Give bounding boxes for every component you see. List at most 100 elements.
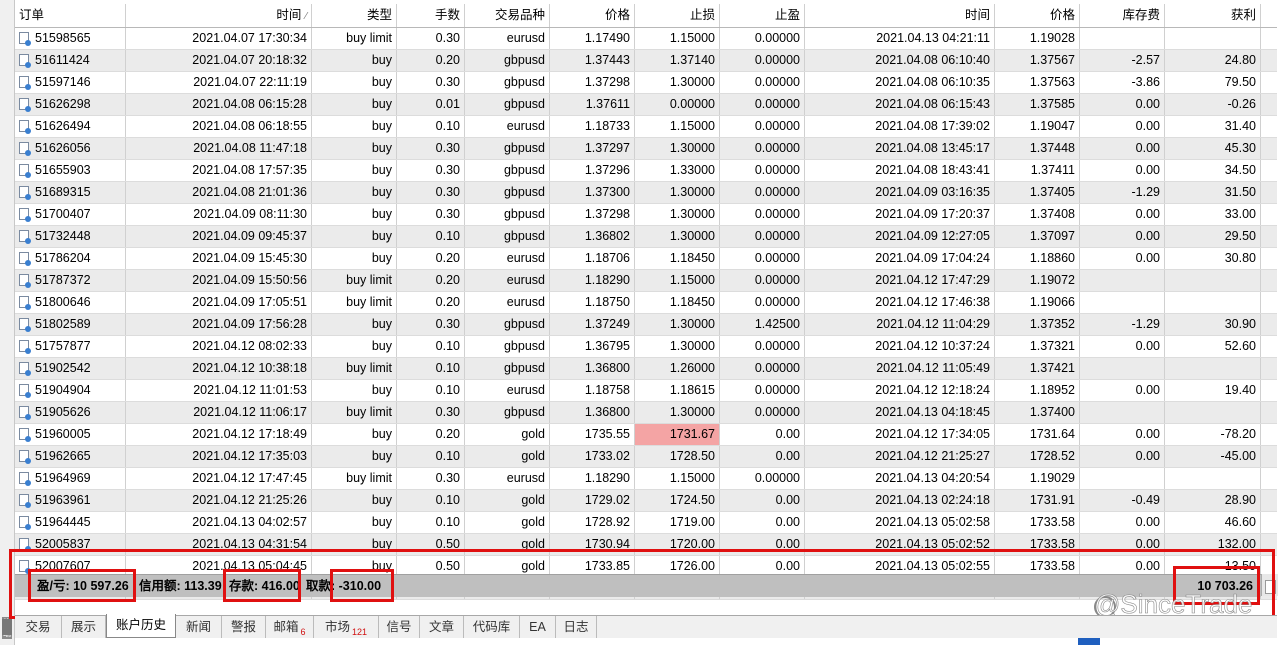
cell-ticket: 51787372 <box>15 270 126 291</box>
tab-6[interactable]: 市场 121 <box>314 616 379 638</box>
cell-text: 2021.04.08 06:10:40 <box>875 53 990 67</box>
tab-7[interactable]: 信号 <box>379 616 420 638</box>
table-row[interactable]: 51597146 2021.04.07 22:11:19 buy 0.30 gbpusd… <box>15 72 1277 94</box>
column-header-tp[interactable]: 止盈 <box>720 4 805 27</box>
table-row[interactable]: 51757877 2021.04.12 08:02:33 buy 0.10 gbpusd… <box>15 336 1277 358</box>
column-header-ticket[interactable]: 订单 <box>15 4 126 27</box>
table-row[interactable]: 51960005 2021.04.12 17:18:49 buy 0.20 gold 17… <box>15 424 1277 446</box>
column-header-volume[interactable]: 手数 <box>397 4 465 27</box>
cell-text: 0.30 <box>435 75 460 89</box>
table-row[interactable]: 51786204 2021.04.09 15:45:30 buy 0.20 eurusd… <box>15 248 1277 270</box>
cell-text: 45.30 <box>1224 141 1256 155</box>
vertical-scrollbar[interactable] <box>1261 574 1278 596</box>
cell-symbol: gbpusd <box>465 358 550 379</box>
cell-open-time: 2021.04.12 17:47:45 <box>126 468 312 489</box>
table-row[interactable]: 51787372 2021.04.09 15:50:56 buy limit 0.20… <box>15 270 1277 292</box>
column-header-sl[interactable]: 止损 <box>635 4 720 27</box>
tab-2[interactable]: 账户历史 <box>106 614 176 638</box>
cell-text: 0.00 <box>1135 229 1160 243</box>
tab-3[interactable]: 新闻 <box>176 616 222 638</box>
cell-text: eurusd <box>506 119 545 133</box>
tab-11[interactable]: 日志 <box>556 616 597 638</box>
table-row[interactable]: 52005837 2021.04.13 04:31:54 buy 0.50 gold 17… <box>15 534 1277 556</box>
cell-text: 1.19047 <box>1029 119 1075 133</box>
cell-close-price: 1.19047 <box>995 116 1080 137</box>
cell-text: 1731.64 <box>1029 427 1075 441</box>
cell-volume: 0.30 <box>397 468 465 489</box>
cell-profit: 33.00 <box>1165 204 1261 225</box>
cell-type: buy <box>312 380 397 401</box>
table-row[interactable]: 51689315 2021.04.08 21:01:36 buy 0.30 gbpusd… <box>15 182 1277 204</box>
table-row[interactable]: 51732448 2021.04.09 09:45:37 buy 0.10 gbpusd… <box>15 226 1277 248</box>
table-row[interactable]: 51902542 2021.04.12 10:38:18 buy limit 0.10… <box>15 358 1277 380</box>
tab-4[interactable]: 警报 <box>222 616 266 638</box>
cell-symbol: gold <box>465 490 550 511</box>
cell-close-price: 1.37585 <box>995 94 1080 115</box>
tab-5[interactable]: 邮箱 6 <box>266 616 314 638</box>
tab-0[interactable]: 交易 <box>15 616 62 638</box>
table-row[interactable]: 51904904 2021.04.12 11:01:53 buy 0.10 eurusd… <box>15 380 1277 402</box>
cell-text: buy limit <box>346 361 392 375</box>
cell-text: 1.30000 <box>669 207 715 221</box>
cell-sl: 1.26000 <box>635 358 720 379</box>
cell-open-time: 2021.04.09 08:11:30 <box>126 204 312 225</box>
column-header-symbol[interactable]: 交易品种 <box>465 4 550 27</box>
tab-10[interactable]: EA <box>520 616 556 638</box>
cell-type: buy limit <box>312 270 397 291</box>
cell-swap: 0.00 <box>1080 424 1165 445</box>
table-row[interactable]: 51626056 2021.04.08 11:47:18 buy 0.30 gbpusd… <box>15 138 1277 160</box>
cell-type: buy limit <box>312 292 397 313</box>
cell-tp: 0.00000 <box>720 116 805 137</box>
cell-text: gold <box>521 427 545 441</box>
cell-open-time: 2021.04.07 20:18:32 <box>126 50 312 71</box>
tab-8[interactable]: 文章 <box>420 616 464 638</box>
cell-text: 0.00 <box>1135 207 1160 221</box>
column-header-swap[interactable]: 库存费 <box>1080 4 1165 27</box>
cell-symbol: gbpusd <box>465 204 550 225</box>
column-header-profit[interactable]: 获利 <box>1165 4 1261 27</box>
cell-tp: 0.00000 <box>720 270 805 291</box>
cell-type: buy <box>312 490 397 511</box>
column-header-open-time[interactable]: 时间 ⁄ <box>126 4 312 27</box>
cell-text: 2021.04.08 06:15:28 <box>192 97 307 111</box>
table-row[interactable]: 51626494 2021.04.08 06:18:55 buy 0.10 eurusd… <box>15 116 1277 138</box>
cell-text: buy <box>371 75 392 89</box>
cell-type: buy <box>312 336 397 357</box>
tab-9[interactable]: 代码库 <box>464 616 520 638</box>
table-row[interactable]: 51962665 2021.04.12 17:35:03 buy 0.10 gold 17… <box>15 446 1277 468</box>
cell-text: 0.00000 <box>754 141 800 155</box>
table-row[interactable]: 51800646 2021.04.09 17:05:51 buy limit 0.20… <box>15 292 1277 314</box>
cell-ticket: 51700407 <box>15 204 126 225</box>
cell-text: 51962665 <box>35 449 91 463</box>
cell-volume: 0.10 <box>397 336 465 357</box>
tab-1[interactable]: 展示 <box>62 616 106 638</box>
table-row[interactable]: 51626298 2021.04.08 06:15:28 buy 0.01 gbpusd… <box>15 94 1277 116</box>
cell-text: 2021.04.08 17:39:02 <box>875 119 990 133</box>
table-row[interactable]: 51963961 2021.04.12 21:25:26 buy 0.10 gold 17… <box>15 490 1277 512</box>
column-header-open-price[interactable]: 价格 <box>550 4 635 27</box>
table-row[interactable]: 51655903 2021.04.08 17:57:35 buy 0.30 gbpusd… <box>15 160 1277 182</box>
cell-open-time: 2021.04.07 22:11:19 <box>126 72 312 93</box>
table-row[interactable]: 51598565 2021.04.07 17:30:34 buy limit 0.30… <box>15 28 1277 50</box>
scrollbar-thumb[interactable] <box>1265 580 1276 594</box>
cell-ticket: 51626298 <box>15 94 126 115</box>
column-header-close-time[interactable]: 时间 <box>805 4 995 27</box>
table-row[interactable]: 51700407 2021.04.09 08:11:30 buy 0.30 gbpusd… <box>15 204 1277 226</box>
cell-close-price: 1731.64 <box>995 424 1080 445</box>
cell-text: buy <box>371 229 392 243</box>
table-row[interactable]: 51964445 2021.04.13 04:02:57 buy 0.10 gold 17… <box>15 512 1277 534</box>
table-row[interactable]: 51802589 2021.04.09 17:56:28 buy 0.30 gbpusd… <box>15 314 1277 336</box>
table-row[interactable]: 51905626 2021.04.12 11:06:17 buy limit 0.30… <box>15 402 1277 424</box>
cell-text: 2021.04.13 04:18:45 <box>875 405 990 419</box>
cell-text: -0.26 <box>1227 97 1257 111</box>
table-row[interactable]: 51964969 2021.04.12 17:47:45 buy limit 0.30… <box>15 468 1277 490</box>
column-header-close-price[interactable]: 价格 <box>995 4 1080 27</box>
column-header-type[interactable]: 类型 <box>312 4 397 27</box>
cell-ticket: 51964969 <box>15 468 126 489</box>
cell-tp: 0.00000 <box>720 380 805 401</box>
cell-text: 51689315 <box>35 185 91 199</box>
cell-text: 2021.04.12 17:18:49 <box>192 427 307 441</box>
cell-symbol: eurusd <box>465 468 550 489</box>
cell-symbol: eurusd <box>465 380 550 401</box>
table-row[interactable]: 51611424 2021.04.07 20:18:32 buy 0.20 gbpusd… <box>15 50 1277 72</box>
